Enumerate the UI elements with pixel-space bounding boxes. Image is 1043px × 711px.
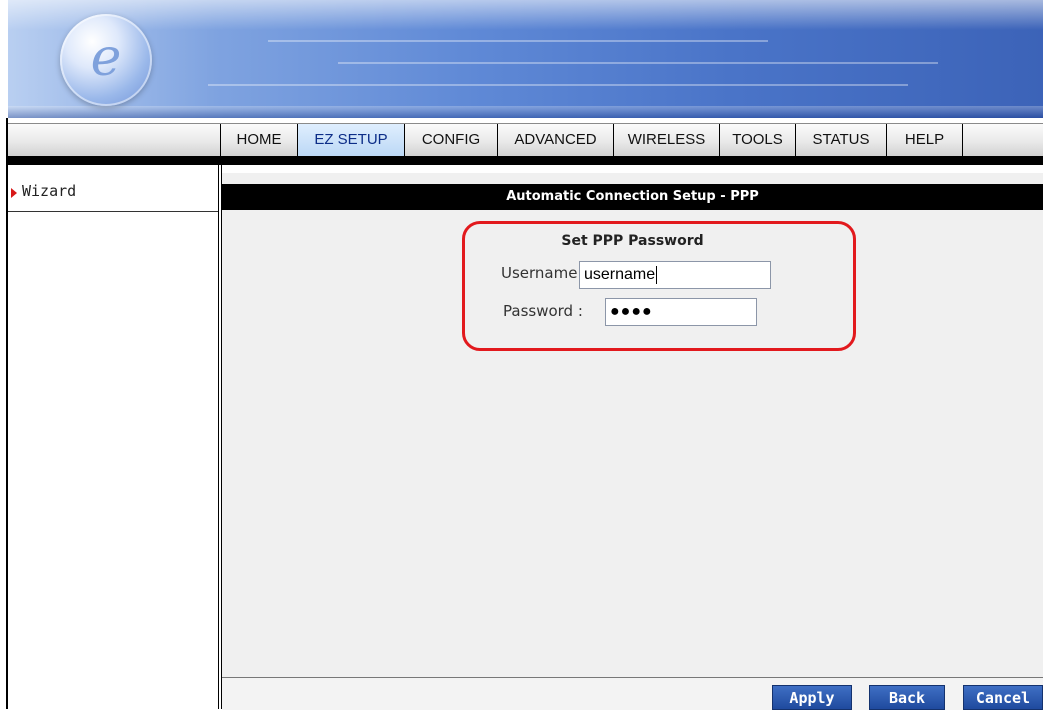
apply-button[interactable]: Apply [772,685,852,710]
logo: e [60,14,152,106]
tab-wireless[interactable]: WIRELESS [613,124,719,156]
banner-streak [268,40,768,42]
sidebar-separator [8,211,218,212]
banner-gloss [8,0,1043,30]
tab-status[interactable]: STATUS [795,124,886,156]
highlight-outline [462,221,856,351]
tab-tools[interactable]: TOOLS [719,124,795,156]
header-banner: e [8,0,1043,118]
nav-divider-bar [8,156,1043,165]
main-content: Automatic Connection Setup - PPP Set PPP… [222,173,1043,710]
page-title: Automatic Connection Setup - PPP [222,184,1043,210]
cancel-button[interactable]: Cancel [963,685,1043,710]
logo-letter: e [90,28,122,88]
nav-tab-bar: HOME EZ SETUP CONFIG ADVANCED WIRELESS T… [8,123,1043,157]
banner-bottom-band [8,106,1043,118]
sidebar-item-wizard[interactable]: Wizard [8,175,218,213]
banner-streak [338,62,938,64]
tab-help[interactable]: HELP [886,124,963,156]
footer-bar: Apply Back Cancel [222,677,1043,710]
tab-advanced[interactable]: ADVANCED [497,124,613,156]
tab-config[interactable]: CONFIG [404,124,497,156]
banner-streak [208,84,908,86]
caret-right-icon [11,188,17,198]
sidebar-item-label: Wizard [22,182,77,200]
sidebar: Wizard [8,165,218,709]
back-button[interactable]: Back [869,685,945,710]
content-top-gap [222,165,1043,173]
tab-home[interactable]: HOME [220,124,297,156]
tab-ez-setup[interactable]: EZ SETUP [297,124,404,156]
